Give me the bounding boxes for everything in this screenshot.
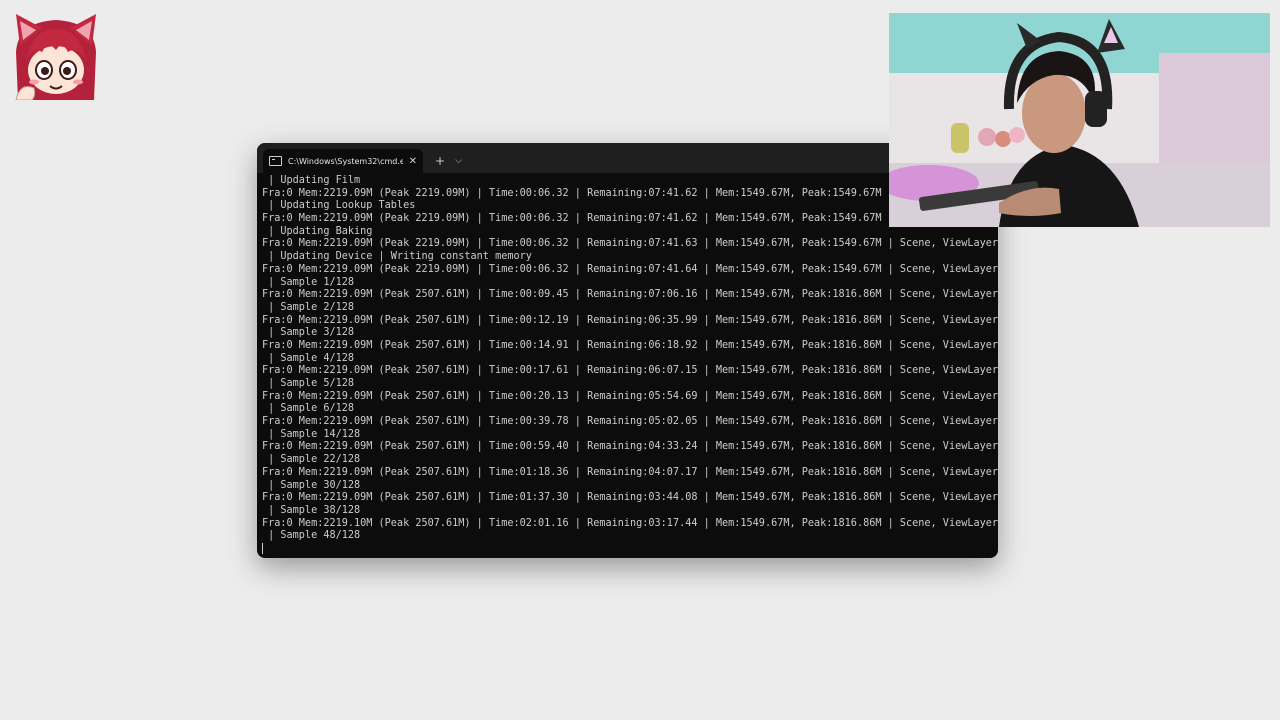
close-icon[interactable]: ✕ <box>409 156 417 167</box>
text-cursor <box>262 542 263 554</box>
terminal-icon <box>269 156 282 166</box>
console-output[interactable]: | Updating Film Fra:0 Mem:2219.09M (Peak … <box>257 173 998 558</box>
console-line: Fra:0 Mem:2219.09M (Peak 2507.61M) | Tim… <box>262 416 998 428</box>
console-line: Fra:0 Mem:2219.09M (Peak 2219.09M) | Tim… <box>262 213 998 225</box>
webcam-overlay <box>889 13 1270 227</box>
terminal-titlebar[interactable]: C:\Windows\System32\cmd.e ✕ + ⌵ <box>257 143 998 173</box>
console-line: | Sample 48/128 <box>262 530 361 542</box>
streamer-avatar-logo <box>15 14 96 100</box>
tab-cmd[interactable]: C:\Windows\System32\cmd.e ✕ <box>263 149 423 173</box>
new-tab-button[interactable]: + <box>435 149 445 173</box>
console-line: Fra:0 Mem:2219.09M (Peak 2507.61M) | Tim… <box>262 339 998 351</box>
console-line: | Sample 30/128 <box>262 479 361 491</box>
console-line: | Sample 6/128 <box>262 403 355 415</box>
console-line: Fra:0 Mem:2219.09M (Peak 2507.61M) | Tim… <box>262 466 998 478</box>
console-line: | Updating Baking <box>262 225 373 237</box>
console-line: | Sample 5/128 <box>262 378 355 389</box>
console-line: Fra:0 Mem:2219.09M (Peak 2507.61M) | Tim… <box>262 390 998 402</box>
console-line: Fra:0 Mem:2219.09M (Peak 2507.61M) | Tim… <box>262 365 998 377</box>
tab-title: C:\Windows\System32\cmd.e <box>288 156 403 166</box>
console-line: Fra:0 Mem:2219.09M (Peak 2507.61M) | Tim… <box>262 289 998 301</box>
console-line: | Sample 1/128 <box>262 276 355 288</box>
console-line: | Sample 2/128 <box>262 301 355 313</box>
terminal-window[interactable]: C:\Windows\System32\cmd.e ✕ + ⌵ | Updati… <box>257 143 998 558</box>
console-line: Fra:0 Mem:2219.09M (Peak 2507.61M) | Tim… <box>262 441 998 453</box>
console-line: | Sample 38/128 <box>262 504 361 516</box>
console-line: | Sample 4/128 <box>262 352 355 364</box>
console-line: | Updating Device | Writing constant mem… <box>262 251 532 263</box>
console-line: Fra:0 Mem:2219.09M (Peak 2219.09M) | Tim… <box>262 187 998 199</box>
console-line: | Updating Lookup Tables <box>262 200 416 212</box>
console-line: Fra:0 Mem:2219.09M (Peak 2219.09M) | Tim… <box>262 238 998 250</box>
console-line: | Updating Film <box>262 175 361 186</box>
console-prompt-line[interactable] <box>262 542 998 556</box>
console-line: | Sample 3/128 <box>262 327 355 339</box>
console-line: Fra:0 Mem:2219.09M (Peak 2507.61M) | Tim… <box>262 492 998 504</box>
console-line: Fra:0 Mem:2219.09M (Peak 2219.09M) | Tim… <box>262 263 998 275</box>
console-line: Fra:0 Mem:2219.09M (Peak 2507.61M) | Tim… <box>262 314 998 326</box>
console-line: Fra:0 Mem:2219.10M (Peak 2507.61M) | Tim… <box>262 517 998 529</box>
chevron-down-icon[interactable]: ⌵ <box>455 149 462 173</box>
console-line: | Sample 14/128 <box>262 428 361 440</box>
console-line: | Sample 22/128 <box>262 454 361 466</box>
